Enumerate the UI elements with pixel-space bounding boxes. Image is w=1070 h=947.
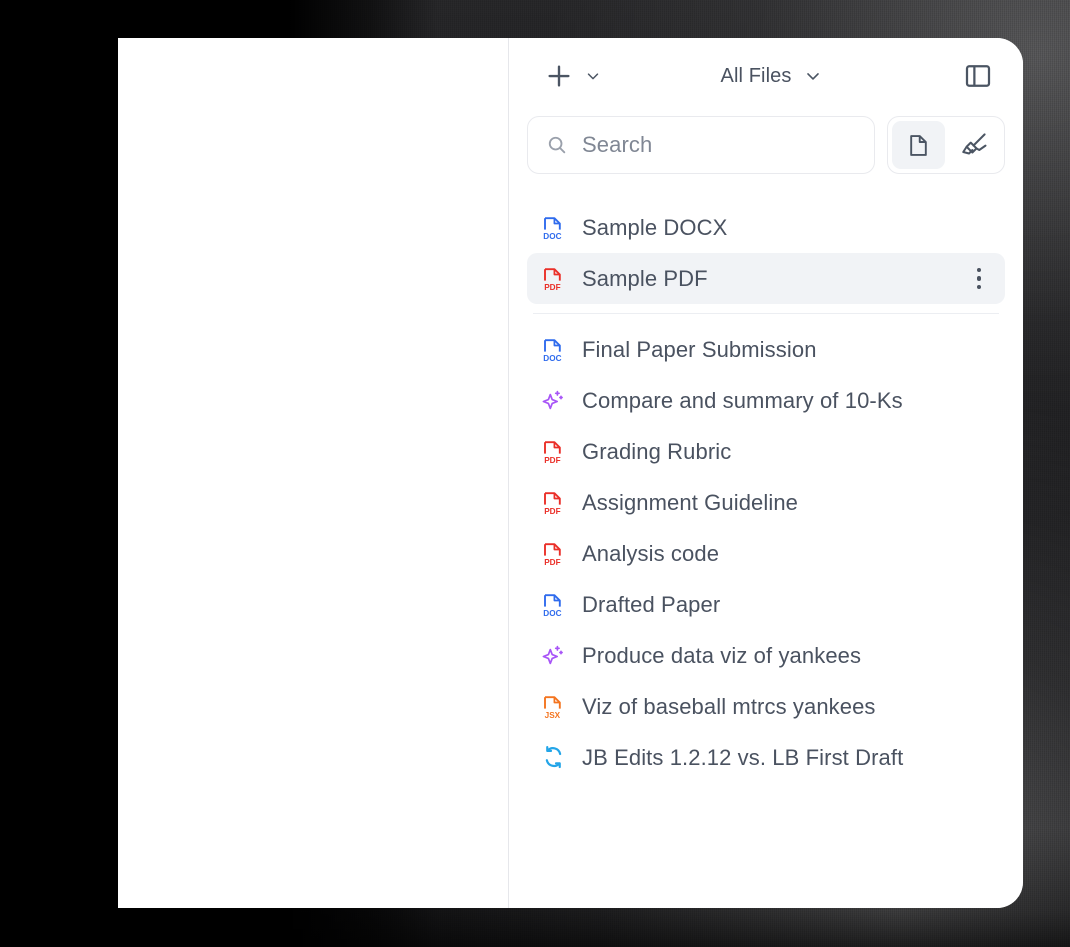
screen: All Files Search DOC Sample DOCX PDF Sam… <box>0 0 1070 947</box>
pdf-file-icon: PDF <box>539 489 567 517</box>
plus-icon <box>548 65 570 87</box>
jsx-file-glyph: JSX <box>544 695 561 720</box>
file-name: Sample DOCX <box>582 214 728 240</box>
file-filter-label: All Files <box>720 64 792 87</box>
doc-file-icon: DOC <box>539 336 567 364</box>
svg-text:DOC: DOC <box>543 232 561 241</box>
svg-text:PDF: PDF <box>544 558 560 567</box>
kebab-dot <box>976 276 982 281</box>
file-name: JB Edits 1.2.12 vs. LB First Draft <box>582 744 904 770</box>
search-input[interactable]: Search <box>527 116 875 174</box>
svg-text:DOC: DOC <box>543 354 561 363</box>
document-page-icon <box>910 134 927 156</box>
compare-sync-icon <box>539 744 567 772</box>
file-name: Viz of baseball mtrcs yankees <box>582 693 876 719</box>
pdf-file-glyph: PDF <box>544 267 561 292</box>
list-item[interactable]: PDF Grading Rubric <box>527 426 1005 477</box>
files-sidebar: All Files Search DOC Sample DOCX PDF Sam… <box>509 38 1023 908</box>
toolbar-right-group <box>958 56 998 96</box>
pdf-file-glyph: PDF <box>544 542 561 567</box>
list-item[interactable]: JSX Viz of baseball mtrcs yankees <box>527 681 1005 732</box>
list-item[interactable]: Compare and summary of 10-Ks <box>527 375 1005 426</box>
search-row: Search <box>527 116 1005 174</box>
svg-text:JSX: JSX <box>545 711 561 720</box>
view-mode-toggle-group <box>887 116 1005 174</box>
pdf-file-glyph: PDF <box>544 491 561 516</box>
document-viewer-pane[interactable] <box>118 38 509 908</box>
sidebar-toolbar: All Files <box>527 38 1005 114</box>
chevron-down-icon <box>807 73 820 80</box>
list-item[interactable]: PDF Analysis code <box>527 528 1005 579</box>
compare-sync-glyph <box>545 746 561 769</box>
sparkle-icon <box>539 387 567 415</box>
app-window: All Files Search DOC Sample DOCX PDF Sam… <box>118 38 1023 908</box>
file-list: DOC Sample DOCX PDF Sample PDF DOC Final… <box>527 196 1005 908</box>
list-item[interactable]: DOC Drafted Paper <box>527 579 1005 630</box>
svg-text:PDF: PDF <box>544 507 560 516</box>
toggle-sidebar-button[interactable] <box>958 56 998 96</box>
doc-file-glyph: DOC <box>543 216 562 241</box>
file-name: Analysis code <box>582 540 720 566</box>
pdf-file-icon: PDF <box>539 438 567 466</box>
file-filter-dropdown[interactable]: All Files <box>586 65 958 88</box>
new-file-button[interactable] <box>542 59 576 93</box>
list-item[interactable]: DOC Sample DOCX <box>527 202 1005 253</box>
file-options-menu-button[interactable] <box>967 265 991 293</box>
search-placeholder: Search <box>582 132 653 157</box>
sparkle-glyph <box>542 645 563 664</box>
list-item[interactable]: PDF Assignment Guideline <box>527 477 1005 528</box>
file-name: Final Paper Submission <box>582 336 817 362</box>
list-separator <box>533 313 999 314</box>
file-name: Assignment Guideline <box>582 489 799 515</box>
doc-file-glyph: DOC <box>543 593 562 618</box>
view-mode-highlights-button[interactable] <box>947 121 1000 169</box>
kebab-dot <box>976 284 982 290</box>
view-mode-documents-button[interactable] <box>892 121 945 169</box>
list-item[interactable]: Produce data viz of yankees <box>527 630 1005 681</box>
file-name: Compare and summary of 10-Ks <box>582 387 903 413</box>
sparkle-icon <box>539 642 567 670</box>
pdf-file-icon: PDF <box>539 265 567 293</box>
doc-file-glyph: DOC <box>543 338 562 363</box>
svg-text:PDF: PDF <box>544 456 560 465</box>
pdf-file-icon: PDF <box>539 540 567 568</box>
file-name: Sample PDF <box>582 265 708 291</box>
list-item[interactable]: PDF Sample PDF <box>527 253 1005 304</box>
pdf-file-glyph: PDF <box>544 440 561 465</box>
list-item[interactable]: DOC Final Paper Submission <box>527 324 1005 375</box>
sidebar-panel-icon <box>965 65 991 87</box>
file-name: Drafted Paper <box>582 591 721 617</box>
file-name: Produce data viz of yankees <box>582 642 862 668</box>
doc-file-icon: DOC <box>539 591 567 619</box>
svg-text:DOC: DOC <box>543 609 561 618</box>
svg-text:PDF: PDF <box>544 283 560 292</box>
sparkle-glyph <box>542 390 563 409</box>
jsx-file-icon: JSX <box>539 693 567 721</box>
highlighter-icon <box>961 133 986 155</box>
search-icon <box>548 136 566 154</box>
doc-file-icon: DOC <box>539 214 567 242</box>
kebab-dot <box>976 267 982 273</box>
list-item[interactable]: JB Edits 1.2.12 vs. LB First Draft <box>527 732 1005 783</box>
file-name: Grading Rubric <box>582 438 732 464</box>
